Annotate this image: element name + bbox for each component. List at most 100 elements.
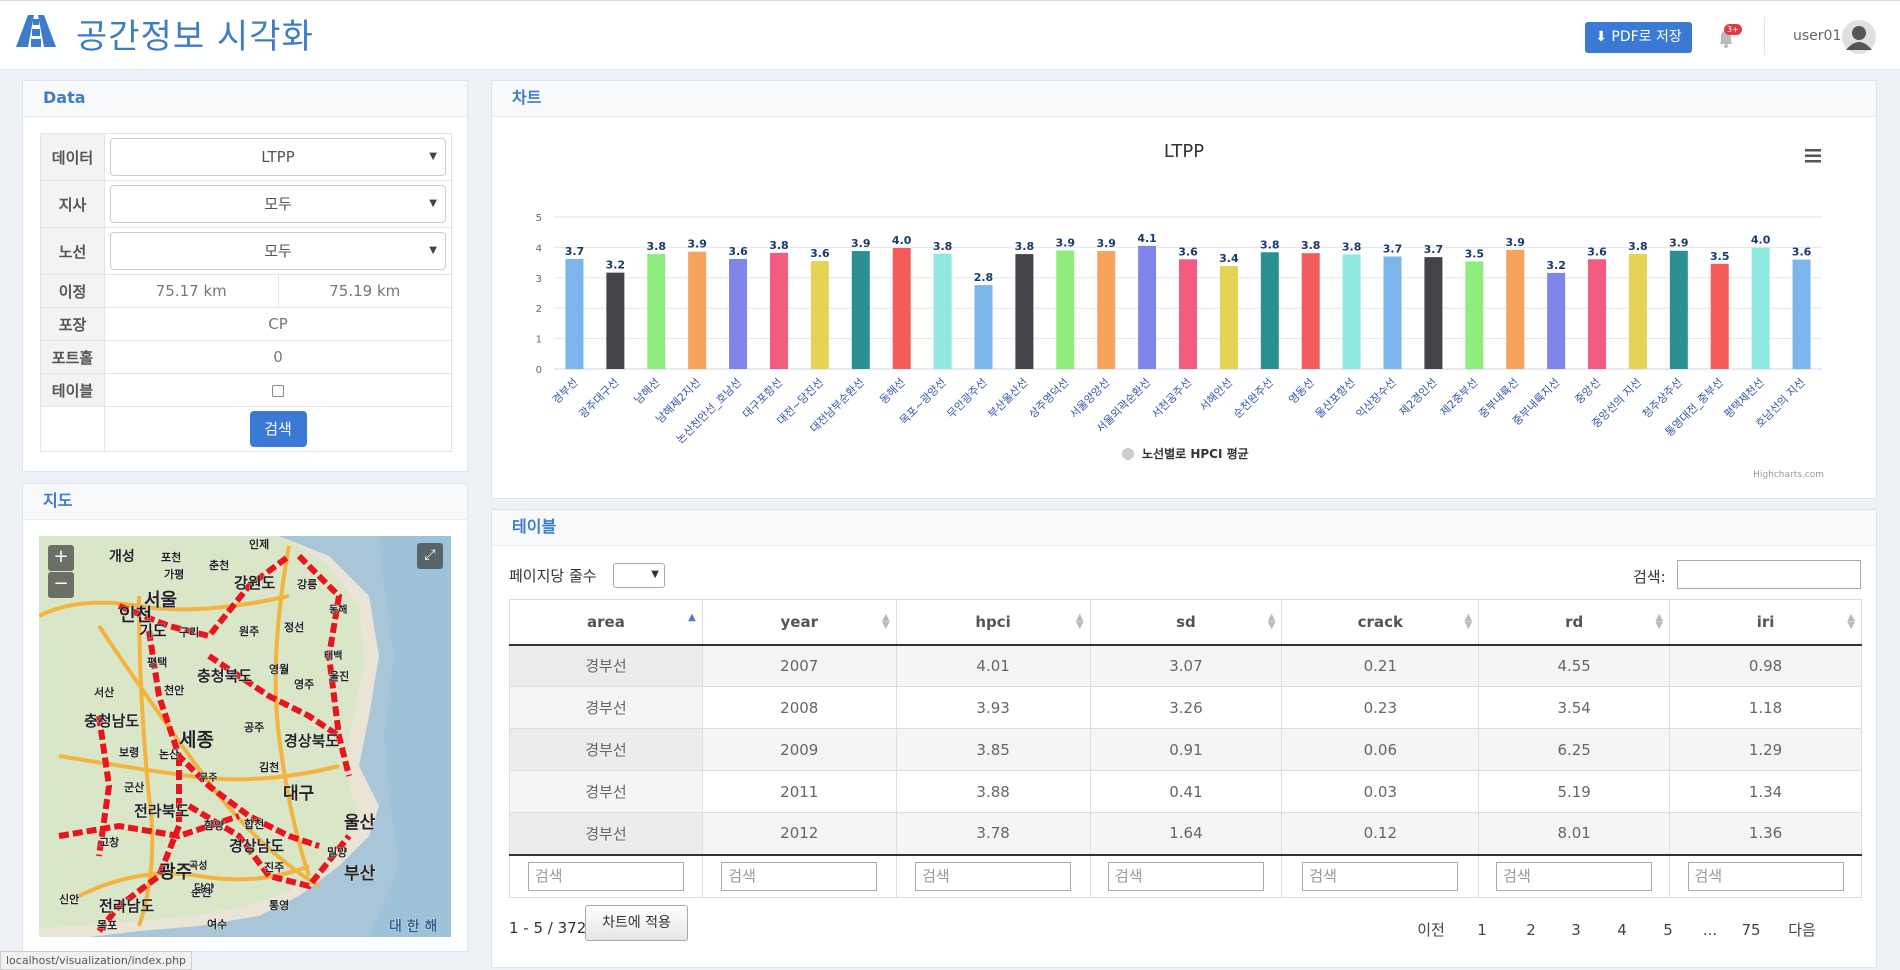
table-row[interactable]: 경부선 2011 3.88 0.41 0.03 5.19 1.34 [509, 770, 1862, 813]
chart-bar[interactable] [1588, 259, 1607, 369]
pothole-value[interactable]: 0 [104, 340, 452, 374]
chart-legend[interactable]: 노선별로 HPCI 평균 [1142, 446, 1249, 461]
chart-bar[interactable] [769, 252, 788, 369]
search-button[interactable]: 검색 [249, 411, 307, 447]
table-search-input[interactable] [1677, 560, 1861, 589]
chart-bar[interactable] [1628, 254, 1647, 369]
x-category-label[interactable]: 동해선 [876, 375, 907, 406]
x-category-label[interactable]: 제2경인선 [1397, 376, 1440, 419]
chart-bar[interactable] [1383, 256, 1402, 369]
column-filter-input-year[interactable]: 검색 [721, 861, 878, 891]
data-select[interactable]: LTPP ▼ [110, 138, 446, 176]
branch-select[interactable]: 모두 ▼ [110, 185, 446, 223]
legend-marker[interactable] [1122, 448, 1134, 460]
chart-bar[interactable] [1056, 250, 1075, 369]
zoom-in-button[interactable]: + [48, 545, 74, 571]
pagination-page-4[interactable]: 4 [1600, 910, 1644, 950]
column-filter-input-rd[interactable]: 검색 [1496, 861, 1653, 891]
column-filter-input-iri[interactable]: 검색 [1687, 861, 1844, 891]
x-category-label[interactable]: 영동선 [1286, 376, 1317, 407]
x-category-label[interactable]: 중앙선 [1572, 376, 1603, 407]
column-filter-input-crack[interactable]: 검색 [1302, 861, 1459, 891]
zoom-out-button[interactable]: − [48, 572, 74, 598]
table-row[interactable]: 경부선 2009 3.85 0.91 0.06 6.25 1.29 [509, 728, 1862, 771]
chart-bar[interactable] [1547, 272, 1566, 369]
table-checkbox[interactable] [272, 384, 284, 397]
pagination-page-5[interactable]: 5 [1646, 910, 1690, 950]
column-header-hpci[interactable]: hpci ▲ ▼ [895, 599, 1091, 646]
x-category-label[interactable]: 상주영덕선 [1026, 376, 1071, 421]
chart-bar[interactable] [606, 272, 625, 369]
pagination-prev-button[interactable]: 이전 [1403, 910, 1459, 950]
chart-bar[interactable] [933, 253, 952, 369]
chart-bar[interactable] [1465, 261, 1484, 369]
chart-bar[interactable] [1792, 259, 1811, 369]
column-filter-input-sd[interactable]: 검색 [1107, 861, 1264, 891]
x-category-label[interactable]: 광주대구선 [576, 376, 621, 421]
table-row[interactable]: 경부선 2012 3.78 1.64 0.12 8.01 1.36 [509, 812, 1862, 855]
road-map[interactable]: 개성 포천 인제 춘천 가평 강원도 강릉 동해 서울 인천 구리 원주 정선 태백 기도 평택 영월 충청북도 울… [39, 536, 451, 937]
user-avatar-icon[interactable] [1842, 20, 1876, 54]
chart-bar[interactable] [688, 251, 707, 369]
x-category-label[interactable]: 서해안선 [1196, 375, 1235, 414]
username[interactable]: user01 [1793, 28, 1841, 44]
column-header-rd[interactable]: rd ▲ ▼ [1478, 599, 1671, 646]
pagination-page-75[interactable]: 75 [1729, 910, 1773, 950]
x-category-label[interactable]: 울산포항선 [1313, 376, 1358, 421]
x-category-label[interactable]: 순천완주선 [1230, 375, 1276, 421]
column-header-year[interactable]: year ▲ ▼ [701, 599, 897, 646]
distance-from[interactable]: 75.17 km [104, 274, 279, 308]
chart-bar[interactable] [729, 258, 748, 369]
x-category-label[interactable]: 제2중부선 [1438, 376, 1481, 419]
column-header-sd[interactable]: sd ▲ ▼ [1089, 599, 1283, 646]
chart-bar[interactable] [1138, 245, 1157, 369]
chart-bar[interactable] [1015, 254, 1034, 369]
pagination-next-button[interactable]: 다음 [1774, 910, 1830, 950]
column-filter-input-hpci[interactable]: 검색 [915, 861, 1072, 891]
chart-bar[interactable] [1179, 259, 1197, 369]
chart-bar[interactable] [647, 254, 666, 369]
chart-bar[interactable] [1342, 254, 1361, 369]
chart-bar[interactable] [1506, 249, 1525, 369]
chart-menu-icon[interactable] [1805, 149, 1821, 163]
route-select[interactable]: 모두 ▼ [110, 232, 446, 270]
chart-bar[interactable] [1710, 263, 1729, 369]
chart-bar[interactable] [1260, 252, 1279, 369]
chart-bar[interactable] [1751, 247, 1770, 369]
chart-bar[interactable] [565, 258, 584, 369]
pagination-page-1[interactable]: 1 [1460, 910, 1504, 950]
save-pdf-button[interactable]: ⬇ PDF로 저장 [1585, 22, 1692, 53]
column-header-area[interactable]: area ▲ [509, 599, 703, 646]
chart-bar[interactable] [851, 251, 870, 369]
chart-bar[interactable] [1097, 251, 1116, 369]
road-logo-icon[interactable] [14, 15, 58, 47]
table-row[interactable]: 경부선 2007 4.01 3.07 0.21 4.55 0.98 [509, 644, 1862, 687]
chart-bar[interactable] [1669, 250, 1688, 369]
chart-bar[interactable] [810, 261, 829, 369]
x-category-label[interactable]: 경부선 [550, 376, 581, 407]
column-header-crack[interactable]: crack ▲ ▼ [1281, 599, 1480, 646]
chart-bar[interactable] [974, 285, 993, 369]
pagination-page-2[interactable]: 2 [1509, 910, 1553, 950]
column-header-iri[interactable]: iri ▲ ▼ [1669, 599, 1862, 646]
x-category-label[interactable]: 무안광주선 [945, 376, 990, 421]
chart-bar[interactable] [1219, 265, 1238, 369]
map-canvas[interactable]: 개성 포천인제춘천가평 강원도 강릉동해서울인천구리 원주 정선태백기도평택영월충청북도 울… [39, 536, 451, 937]
search-label: 검색: [1633, 568, 1666, 586]
fullscreen-icon[interactable]: ⤢ [417, 543, 443, 569]
x-category-label[interactable]: 서천공주선 [1148, 375, 1194, 421]
apply-to-chart-button[interactable]: 차트에 적용 [585, 905, 688, 941]
pavement-value[interactable]: CP [104, 307, 452, 341]
chart-bar[interactable] [1424, 257, 1443, 369]
pagination-page-3[interactable]: 3 [1554, 910, 1598, 950]
x-category-label[interactable]: 남해선 [631, 375, 662, 406]
rows-per-page-select[interactable]: ▼ [613, 563, 665, 588]
chart-credits[interactable]: Highcharts.com [1753, 470, 1824, 480]
x-category-label[interactable]: 익산장수선 [1354, 376, 1399, 421]
chart-bar[interactable] [892, 248, 911, 369]
table-row[interactable]: 경부선 2008 3.93 3.26 0.23 3.54 1.18 [509, 686, 1862, 729]
x-category-label[interactable]: 부산울산선 [986, 376, 1031, 421]
distance-to[interactable]: 75.19 km [277, 274, 452, 308]
chart-bar[interactable] [1301, 253, 1320, 369]
column-filter-input-area[interactable]: 검색 [527, 861, 684, 891]
